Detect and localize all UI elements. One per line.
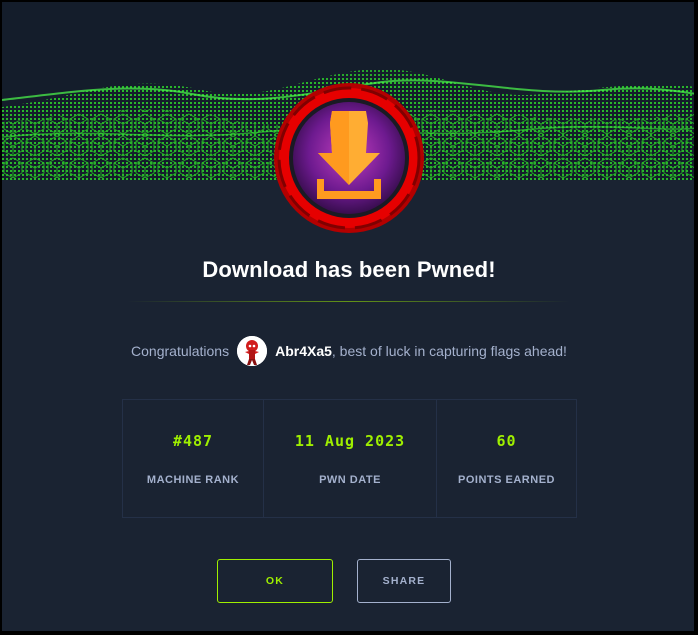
user-avatar-icon	[237, 336, 268, 366]
congrats-suffix: , best of luck in capturing flags ahead!	[331, 343, 567, 359]
stat-label: PWN DATE	[319, 474, 381, 486]
stat-label: POINTS EARNED	[458, 474, 555, 486]
ok-button[interactable]: OK	[217, 559, 333, 603]
avatar	[237, 336, 268, 366]
page-title: Download has been Pwned!	[202, 257, 496, 282]
machine-badge	[272, 81, 426, 235]
pwned-modal: Download has been Pwned! Congratulations…	[1, 1, 695, 632]
stat-machine-rank: #487 MACHINE RANK	[123, 400, 263, 517]
congrats-message: Congratulations Abr4Xa5 , best of luck i…	[2, 336, 694, 366]
stat-points-earned: 60 POINTS EARNED	[436, 400, 576, 517]
stat-value: 60	[496, 432, 517, 450]
stats-panel: #487 MACHINE RANK 11 Aug 2023 PWN DATE 6…	[122, 399, 577, 518]
stat-pwn-date: 11 Aug 2023 PWN DATE	[263, 400, 436, 517]
congrats-prefix: Congratulations	[131, 343, 230, 359]
stat-value: #487	[172, 432, 214, 450]
username[interactable]: Abr4Xa5	[275, 343, 332, 359]
stat-label: MACHINE RANK	[146, 474, 240, 486]
download-arrow-icon	[274, 83, 424, 233]
stat-value: 11 Aug 2023	[294, 432, 406, 450]
divider	[127, 301, 570, 302]
share-button[interactable]: SHARE	[357, 559, 451, 603]
